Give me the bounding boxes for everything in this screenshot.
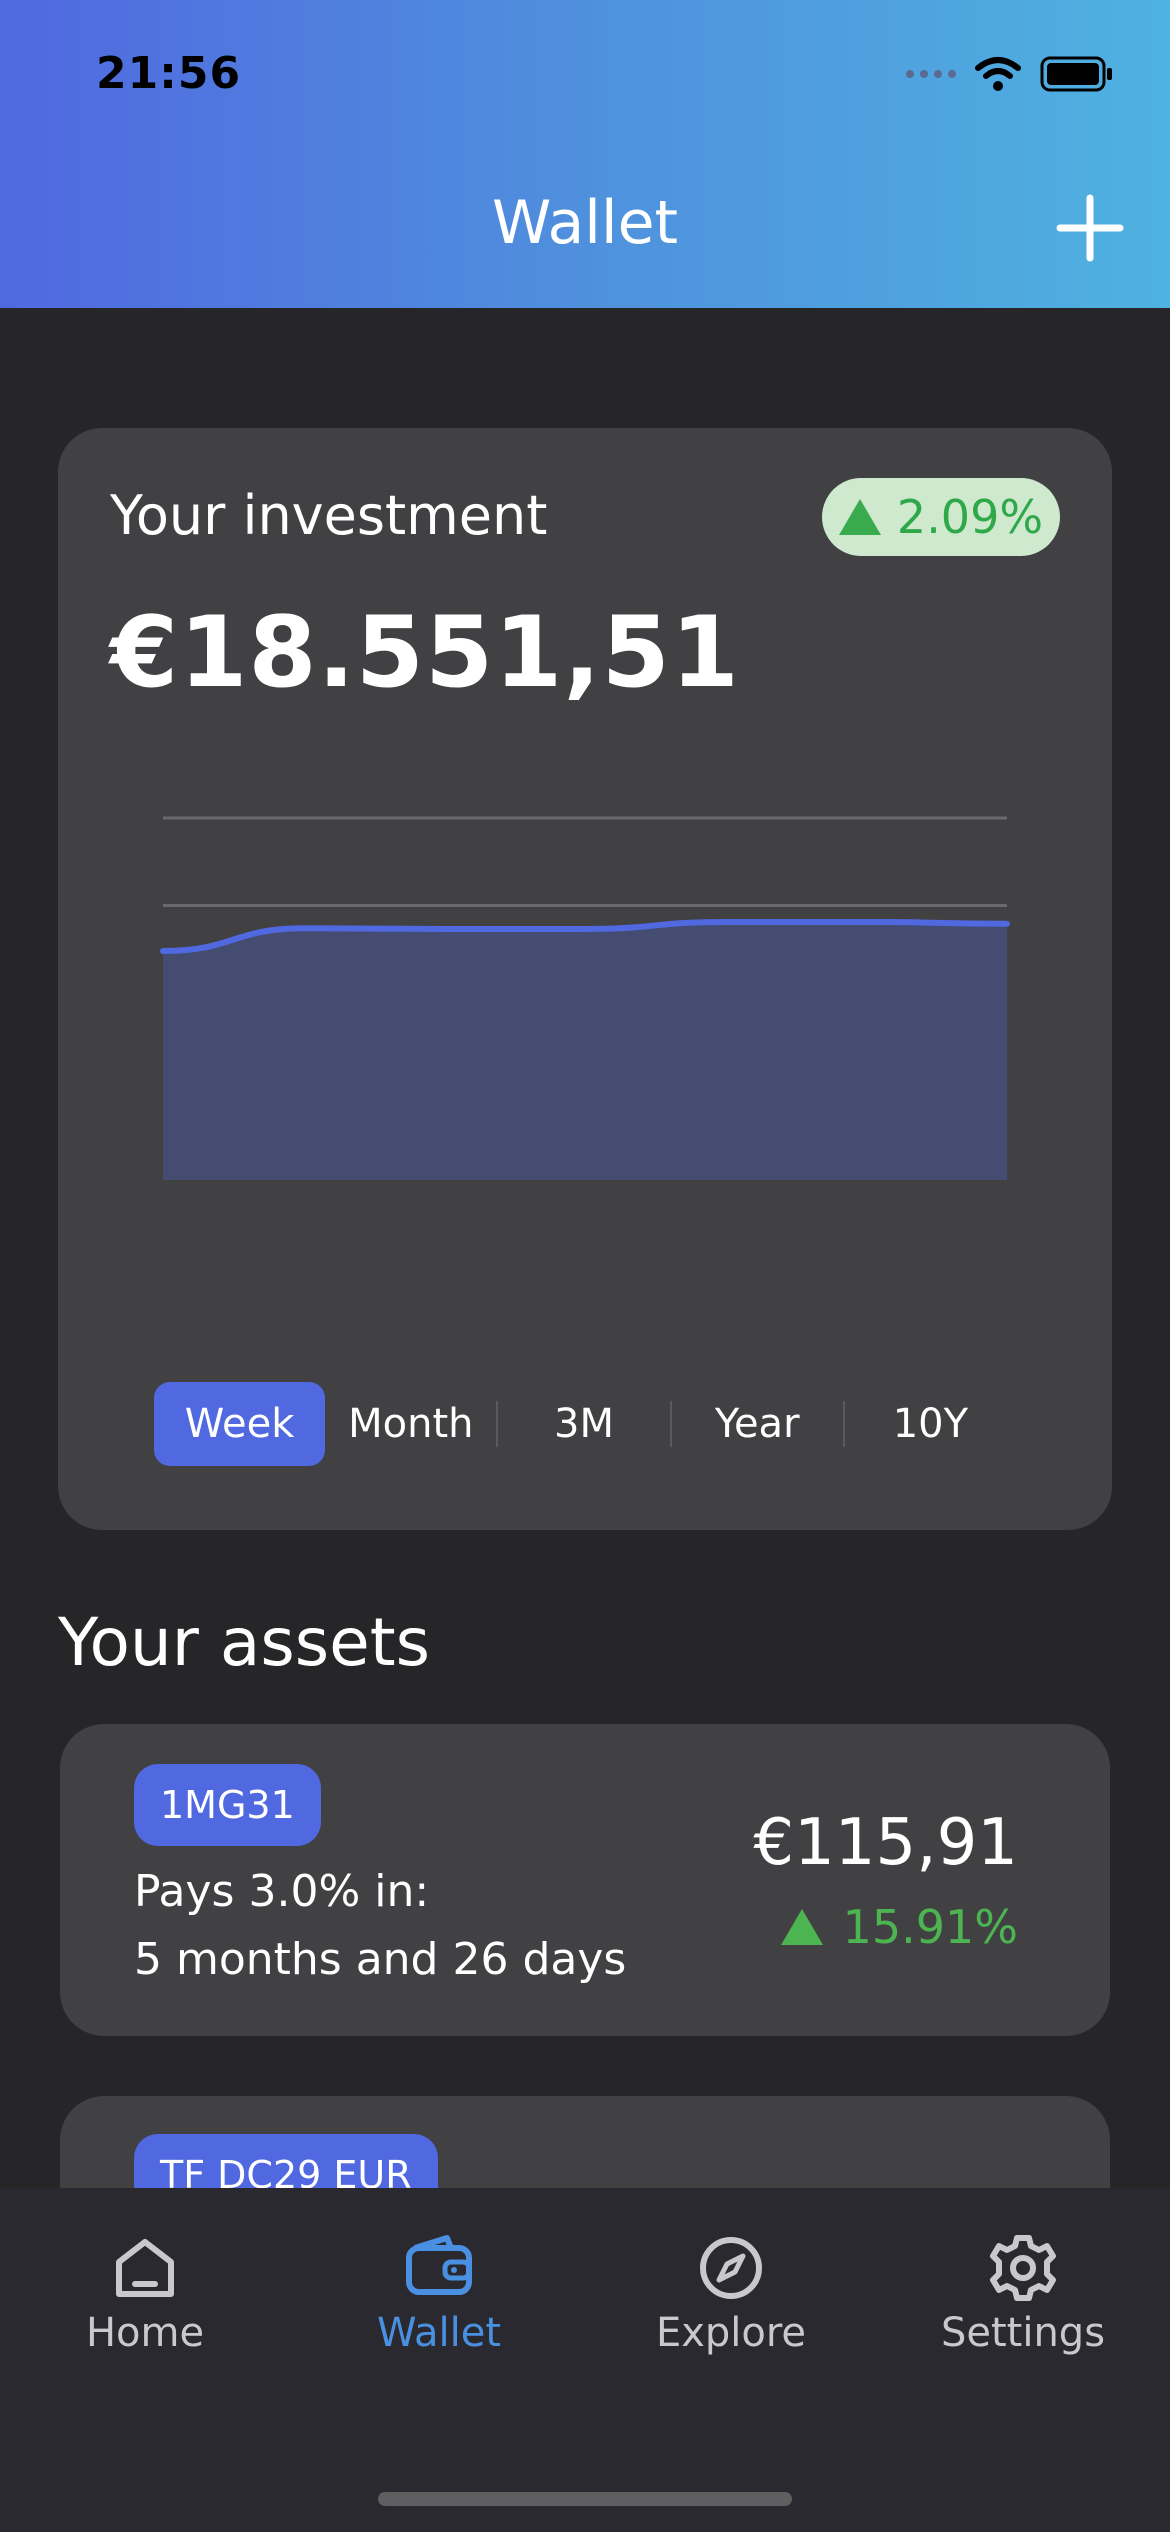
wifi-icon xyxy=(975,57,1021,91)
tab-3m[interactable]: 3M xyxy=(498,1382,669,1466)
period-tabs: Week Month 3M Year 10Y xyxy=(154,1382,1016,1466)
tabbar-label-settings: Settings xyxy=(940,2310,1106,2356)
change-badge: 2.09% xyxy=(822,478,1060,556)
tab-10y[interactable]: 10Y xyxy=(845,1382,1016,1466)
asset-payout-text: Pays 3.0% in: xyxy=(134,1866,430,1917)
tab-month[interactable]: Month xyxy=(325,1382,496,1466)
tab-year[interactable]: Year xyxy=(672,1382,843,1466)
cellular-signal-icon xyxy=(906,70,956,78)
asset-payout-time: 5 months and 26 days xyxy=(134,1934,627,1985)
tab-week[interactable]: Week xyxy=(154,1382,326,1466)
up-arrow-icon xyxy=(780,1909,823,1945)
add-icon[interactable] xyxy=(1054,192,1126,264)
page-title: Wallet xyxy=(491,188,679,258)
compass-icon xyxy=(700,2237,762,2299)
home-icon xyxy=(116,2239,174,2297)
asset-tag: 1MG31 xyxy=(134,1764,321,1846)
wallet-icon xyxy=(406,2235,472,2295)
asset-card[interactable]: 1MG31 Pays 3.0% in: 5 months and 26 days… xyxy=(60,1724,1110,2036)
battery-icon xyxy=(1040,56,1112,92)
tabbar-label-explore: Explore xyxy=(655,2310,807,2356)
bottom-tab-bar: Home Wallet Explore Settings xyxy=(0,2188,1170,2532)
chart-area xyxy=(163,921,1007,1180)
status-time: 21:56 xyxy=(96,48,242,99)
tabbar-item-wallet[interactable]: Wallet xyxy=(319,2232,559,2356)
asset-change-value: 15.91% xyxy=(842,1900,1018,1954)
up-arrow-icon xyxy=(838,499,881,535)
investment-card: Your investment 2.09% €18.551,51 Week Mo… xyxy=(58,428,1112,1530)
investment-value: €18.551,51 xyxy=(110,596,740,710)
tabbar-item-settings[interactable]: Settings xyxy=(903,2232,1143,2356)
asset-value: €115,91 xyxy=(753,1806,1018,1880)
assets-heading: Your assets xyxy=(58,1604,430,1681)
investment-chart xyxy=(160,816,1010,1180)
investment-title: Your investment xyxy=(110,484,548,547)
home-indicator xyxy=(378,2492,792,2506)
asset-change: 15.91% xyxy=(780,1900,1018,1954)
change-value: 2.09% xyxy=(896,490,1044,544)
status-icons xyxy=(906,52,1114,96)
tabbar-item-explore[interactable]: Explore xyxy=(611,2232,851,2356)
tabbar-label-wallet: Wallet xyxy=(376,2310,502,2356)
tabbar-item-home[interactable]: Home xyxy=(25,2232,265,2356)
gear-icon xyxy=(990,2235,1056,2301)
tabbar-label-home: Home xyxy=(85,2310,205,2356)
header: 21:56 Wallet xyxy=(0,0,1170,308)
